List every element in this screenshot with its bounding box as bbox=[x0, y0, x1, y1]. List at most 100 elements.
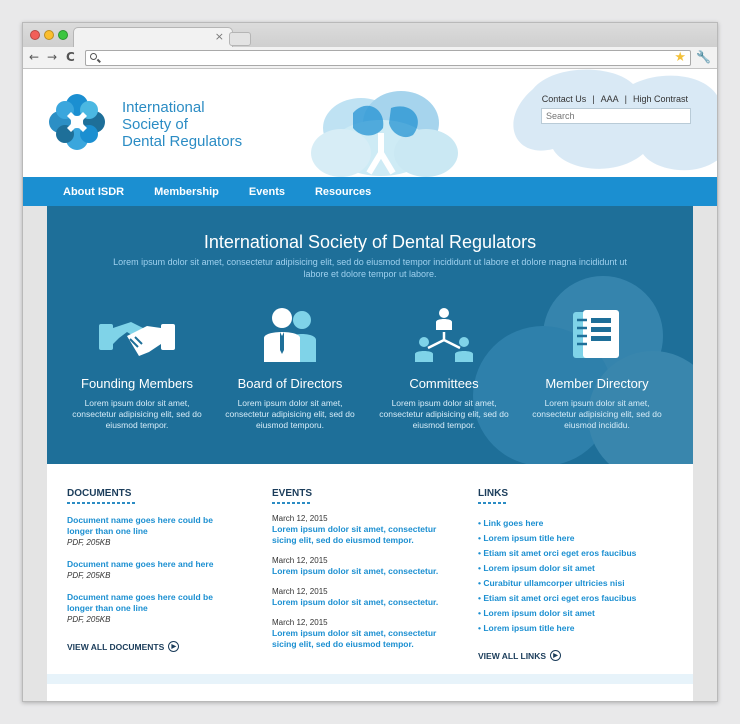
events-column: EVENTS March 12, 2015 Lorem ipsum dolor … bbox=[272, 488, 457, 650]
event-link[interactable]: Lorem ipsum dolor sit amet, consectetur … bbox=[272, 628, 457, 650]
feature-text: Lorem ipsum dolor sit amet, consectetur … bbox=[72, 398, 202, 430]
page-gutter-right bbox=[693, 206, 717, 701]
events-heading: EVENTS bbox=[272, 488, 313, 499]
forward-button[interactable]: → bbox=[47, 50, 57, 64]
hero-banner: International Society of Dental Regulato… bbox=[47, 206, 693, 464]
link-item[interactable]: • Link goes here bbox=[478, 516, 668, 531]
link-item[interactable]: • Lorem ipsum dolor sit amet bbox=[478, 606, 668, 621]
browser-window: × ← → C ★ 🔧 International Society of Den… bbox=[22, 22, 718, 702]
link-item[interactable]: • Curabitur ullamcorper ultricies nisi bbox=[478, 576, 668, 591]
document-link[interactable]: Document name goes here and here bbox=[67, 559, 239, 570]
event-item[interactable]: March 12, 2015 Lorem ipsum dolor sit ame… bbox=[272, 617, 457, 650]
links-heading: LINKS bbox=[478, 488, 508, 499]
event-item[interactable]: March 12, 2015 Lorem ipsum dolor sit ame… bbox=[272, 586, 457, 608]
back-button[interactable]: ← bbox=[29, 50, 39, 64]
zoom-window-button[interactable] bbox=[58, 30, 68, 40]
hero-subtitle: Lorem ipsum dolor sit amet, consectetur … bbox=[113, 257, 627, 279]
link-item[interactable]: • Etiam sit amet orci eget eros faucibus bbox=[478, 546, 668, 561]
directors-icon bbox=[264, 308, 316, 362]
feature-founding-members[interactable]: Founding Members Lorem ipsum dolor sit a… bbox=[62, 306, 212, 431]
tab-close-icon[interactable]: × bbox=[215, 30, 224, 43]
document-link[interactable]: Document name goes here could be longer … bbox=[67, 515, 239, 537]
event-link[interactable]: Lorem ipsum dolor sit amet, consectetur. bbox=[272, 597, 457, 608]
event-date: March 12, 2015 bbox=[272, 587, 328, 596]
feature-title: Board of Directors bbox=[237, 376, 343, 391]
feature-member-directory[interactable]: Member Directory Lorem ipsum dolor sit a… bbox=[522, 306, 672, 431]
handshake-icon bbox=[99, 322, 175, 356]
page-content: International Society of Dental Regulato… bbox=[47, 206, 693, 701]
heading-underline bbox=[478, 502, 508, 504]
document-meta: PDF, 205KB bbox=[67, 538, 111, 547]
event-item[interactable]: March 12, 2015 Lorem ipsum dolor sit ame… bbox=[272, 513, 457, 546]
search-icon bbox=[90, 53, 97, 60]
decorative-tooth-flower bbox=[311, 91, 458, 177]
document-item[interactable]: Document name goes here could be longer … bbox=[67, 592, 239, 625]
window-controls bbox=[30, 30, 68, 40]
directory-icon bbox=[573, 310, 619, 358]
nav-events[interactable]: Events bbox=[249, 186, 285, 198]
wrench-icon[interactable]: 🔧 bbox=[696, 50, 711, 64]
documents-column: DOCUMENTS Document name goes here could … bbox=[67, 488, 239, 652]
feature-board-of-directors[interactable]: Board of Directors Lorem ipsum dolor sit… bbox=[215, 306, 365, 431]
arrow-circle-icon: ▶ bbox=[168, 641, 180, 652]
hero-title: International Society of Dental Regulato… bbox=[203, 232, 537, 252]
event-date: March 12, 2015 bbox=[272, 556, 328, 565]
text-size-control[interactable]: AAA bbox=[601, 94, 619, 104]
link-item[interactable]: • Lorem ipsum title here bbox=[478, 531, 668, 546]
browser-tab[interactable]: × bbox=[73, 27, 233, 47]
heading-underline bbox=[67, 502, 135, 504]
new-tab-button[interactable] bbox=[229, 32, 251, 46]
link-item[interactable]: • Lorem ipsum dolor sit amet bbox=[478, 561, 668, 576]
utility-links: Contact Us | AAA | High Contrast bbox=[539, 94, 691, 104]
document-meta: PDF, 205KB bbox=[67, 571, 111, 580]
feature-text: Lorem ipsum dolor sit amet, consectetur … bbox=[379, 398, 509, 430]
site-title-line: International bbox=[122, 99, 205, 116]
documents-heading: DOCUMENTS bbox=[67, 488, 132, 499]
bookmark-star-icon[interactable]: ★ bbox=[674, 50, 686, 65]
view-all-label: VIEW ALL LINKS bbox=[478, 650, 546, 661]
document-link[interactable]: Document name goes here could be longer … bbox=[67, 592, 239, 614]
document-meta: PDF, 205KB bbox=[67, 615, 111, 624]
link-item[interactable]: • Lorem ipsum title here bbox=[478, 621, 668, 636]
separator: | bbox=[624, 94, 627, 104]
contact-us-link[interactable]: Contact Us bbox=[542, 94, 587, 104]
heading-underline bbox=[272, 502, 312, 504]
feature-committees[interactable]: Committees Lorem ipsum dolor sit amet, c… bbox=[369, 306, 519, 431]
isdr-logo-icon bbox=[49, 94, 105, 150]
site-title[interactable]: International Society of Dental Regulato… bbox=[122, 99, 242, 150]
document-item[interactable]: Document name goes here and here PDF, 20… bbox=[67, 559, 239, 581]
committees-icon bbox=[415, 308, 473, 362]
event-date: March 12, 2015 bbox=[272, 618, 328, 627]
address-bar[interactable]: ★ bbox=[85, 50, 691, 66]
close-window-button[interactable] bbox=[30, 30, 40, 40]
nav-resources[interactable]: Resources bbox=[315, 186, 371, 198]
minimize-window-button[interactable] bbox=[44, 30, 54, 40]
document-item[interactable]: Document name goes here could be longer … bbox=[67, 515, 239, 548]
link-item[interactable]: • Etiam sit amet orci eget eros faucibus bbox=[478, 591, 668, 606]
arrow-circle-icon: ▶ bbox=[550, 650, 561, 661]
feature-title: Committees bbox=[409, 376, 479, 391]
high-contrast-link[interactable]: High Contrast bbox=[633, 94, 688, 104]
links-list: • Link goes here • Lorem ipsum title her… bbox=[478, 516, 668, 636]
view-all-documents-link[interactable]: VIEW ALL DOCUMENTS ▶ bbox=[67, 641, 239, 652]
view-all-links-link[interactable]: VIEW ALL LINKS ▶ bbox=[478, 650, 668, 661]
main-nav: About ISDR Membership Events Resources bbox=[23, 177, 717, 206]
tab-bar: × bbox=[23, 23, 717, 47]
feature-text: Lorem ipsum dolor sit amet, consectetur … bbox=[532, 398, 662, 430]
event-link[interactable]: Lorem ipsum dolor sit amet, consectetur … bbox=[272, 524, 457, 546]
reload-button[interactable]: C bbox=[66, 50, 75, 64]
content-columns: DOCUMENTS Document name goes here could … bbox=[47, 464, 693, 684]
view-all-label: VIEW ALL DOCUMENTS bbox=[67, 641, 165, 652]
nav-membership[interactable]: Membership bbox=[154, 186, 219, 198]
event-item[interactable]: March 12, 2015 Lorem ipsum dolor sit ame… bbox=[272, 555, 457, 577]
browser-toolbar: ← → C ★ 🔧 bbox=[23, 47, 717, 69]
site-header: International Society of Dental Regulato… bbox=[23, 69, 717, 177]
page-gutter-left bbox=[23, 206, 47, 701]
search-input[interactable] bbox=[541, 108, 691, 124]
nav-about[interactable]: About ISDR bbox=[63, 186, 124, 198]
event-link[interactable]: Lorem ipsum dolor sit amet, consectetur. bbox=[272, 566, 457, 577]
feature-text: Lorem ipsum dolor sit amet, consectetur … bbox=[225, 398, 355, 430]
links-column: LINKS • Link goes here • Lorem ipsum tit… bbox=[478, 488, 668, 661]
site-title-line: Society of bbox=[122, 116, 188, 133]
footer-strip bbox=[47, 674, 693, 684]
